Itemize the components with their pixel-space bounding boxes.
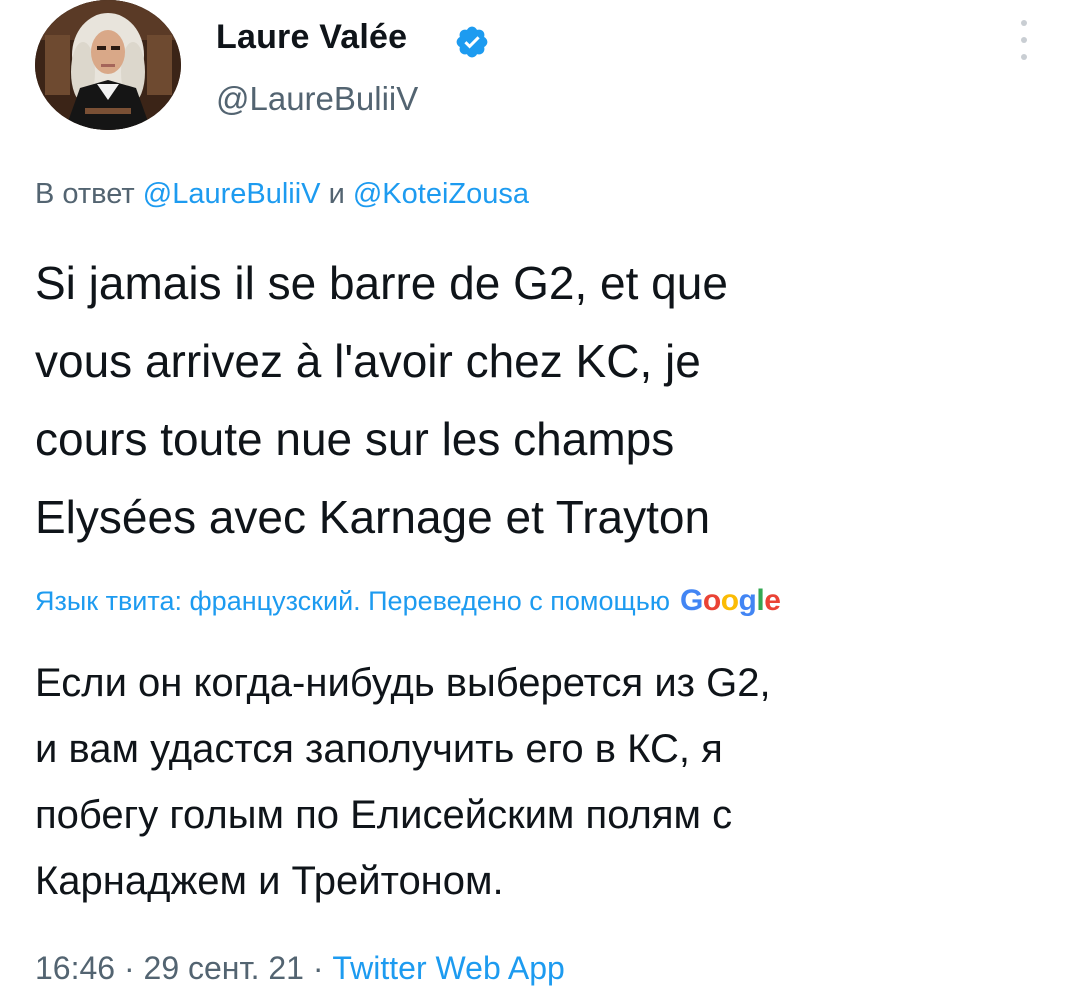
google-logo: Google <box>680 584 781 617</box>
reply-context: В ответ @LaureBuliiV и @KoteiZousa <box>35 178 529 211</box>
profile-photo-icon <box>35 0 181 130</box>
meta-separator: · <box>123 950 135 986</box>
dot <box>1021 20 1027 26</box>
mention-link[interactable]: @KoteiZousa <box>353 178 529 210</box>
mention-link[interactable]: @LaureBuliiV <box>143 178 321 210</box>
tweet-text-line: Elysées avec Karnage et Trayton <box>35 491 711 543</box>
translated-text-line: и вам удастся заполучить его в КС, я <box>35 727 723 771</box>
tweet-source-link[interactable]: Twitter Web App <box>332 950 564 986</box>
dot <box>1021 37 1027 43</box>
translated-text-line: побегу голым по Елисейским полям с <box>35 793 733 837</box>
dot <box>1021 54 1027 60</box>
tweet-time[interactable]: 16:46 <box>35 950 115 986</box>
tweet: Laure Valée @LaureBuliiV В ответ @LaureB… <box>0 0 1080 1001</box>
meta-separator: · <box>312 950 324 986</box>
display-name[interactable]: Laure Valée <box>216 18 407 57</box>
tweet-date[interactable]: 29 сент. 21 <box>144 950 304 986</box>
tweet-text: Si jamais il se barre de G2, et que vous… <box>35 244 1045 556</box>
avatar[interactable] <box>35 0 181 130</box>
tweet-text-line: vous arrivez à l'avoir chez KC, je <box>35 335 701 387</box>
translation-banner[interactable]: Язык твита: французский. Переведено с по… <box>35 584 781 618</box>
tweet-text-line: cours toute nue sur les champs <box>35 413 675 465</box>
verified-badge-icon <box>456 26 488 58</box>
translation-label: Язык твита: французский. Переведено с по… <box>35 586 671 616</box>
reply-prefix: В ответ <box>35 178 135 210</box>
more-options-icon[interactable] <box>1012 20 1036 60</box>
tweet-meta: 16:46 · 29 сент. 21 · Twitter Web App <box>35 950 565 987</box>
translated-text-line: Карнаджем и Трейтоном. <box>35 859 504 903</box>
translated-text-line: Если он когда-нибудь выберется из G2, <box>35 661 771 705</box>
translated-text: Если он когда-нибудь выберется из G2, и … <box>35 650 1045 914</box>
tweet-text-line: Si jamais il se barre de G2, et que <box>35 257 728 309</box>
reply-conjunction: и <box>328 178 345 210</box>
username[interactable]: @LaureBuliiV <box>216 80 418 118</box>
